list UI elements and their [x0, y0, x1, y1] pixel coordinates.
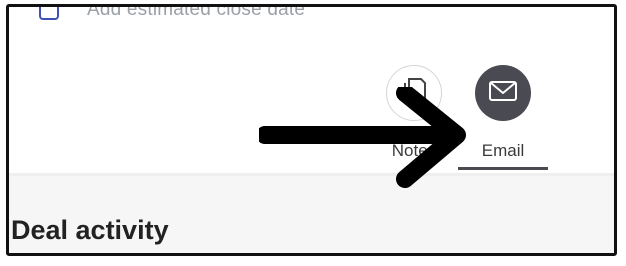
screenshot-frame: Add estimated close date Notes Email Dea…	[6, 4, 617, 256]
deal-activity-heading: Deal activity	[11, 215, 169, 245]
email-label: Email	[481, 141, 525, 160]
email-icon-circle[interactable]	[475, 65, 531, 121]
email-icon	[488, 80, 518, 107]
task-checkbox[interactable]	[39, 7, 59, 20]
annotation-arrow-icon	[259, 87, 466, 188]
task-row[interactable]: Add estimated close date	[39, 4, 306, 25]
task-label: Add estimated close date	[87, 4, 306, 20]
